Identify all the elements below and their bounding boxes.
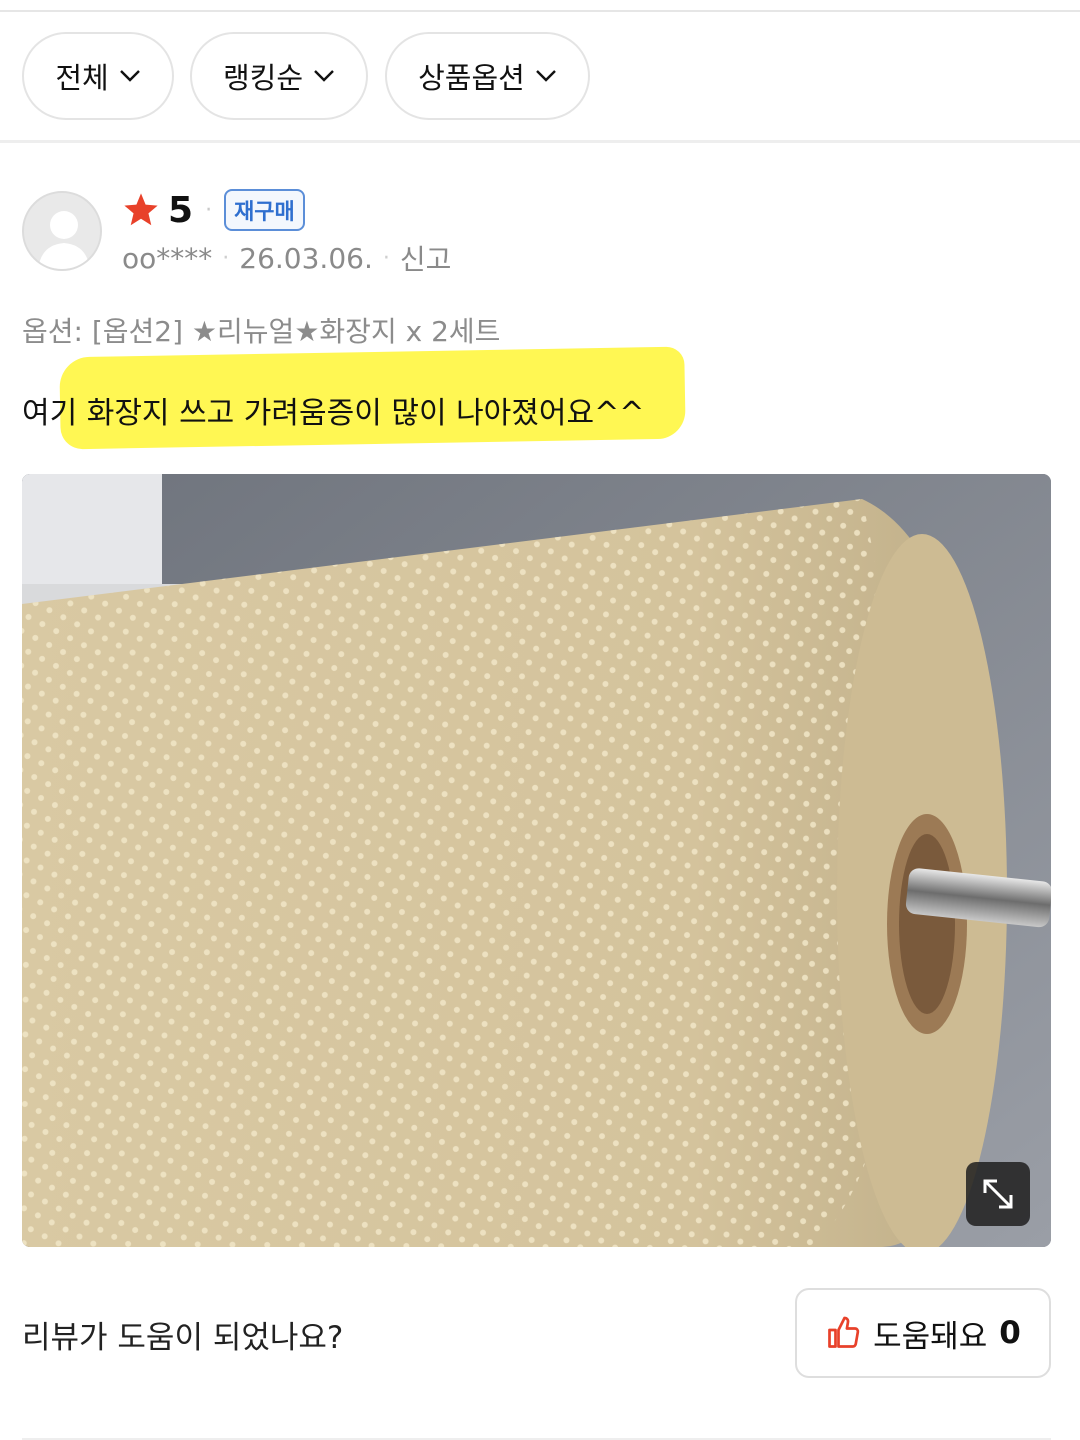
chevron-down-icon [536, 70, 556, 82]
review-date: 26.03.06. [239, 241, 373, 275]
avatar [22, 191, 102, 271]
repurchase-badge: 재구매 [224, 189, 305, 231]
thumbs-up-icon [828, 1316, 860, 1348]
review-meta: oo**** · 26.03.06. · 신고 [122, 238, 451, 278]
filter-all-label: 전체 [55, 61, 109, 95]
chevron-down-icon [314, 70, 334, 82]
purchased-option: 옵션: [옵션2] ★리뉴얼★화장지 x 2세트 [22, 315, 501, 348]
toilet-paper-photo [22, 474, 1051, 1247]
review-body: 여기 화장지 쓰고 가려움증이 많이 나아졌어요^^ [22, 396, 645, 431]
expand-icon [983, 1179, 1013, 1209]
report-link[interactable]: 신고 [400, 238, 452, 278]
star-icon [124, 193, 158, 226]
filter-ranking-label: 랭킹순 [222, 61, 304, 95]
separator-dot: · [222, 245, 230, 271]
helpful-label: 도움돼요 [873, 1318, 988, 1355]
filter-all-dropdown[interactable]: 전체 [22, 32, 174, 120]
rating-value: 5 [168, 189, 194, 231]
reviewer-id: oo**** [122, 241, 213, 275]
helpful-question: 리뷰가 도움이 되었나요? [22, 1320, 344, 1356]
user-silhouette-icon [38, 211, 90, 269]
review-photo[interactable] [22, 474, 1051, 1247]
filter-option-label: 상품옵션 [418, 61, 525, 95]
expand-photo-button[interactable] [966, 1162, 1030, 1226]
section-divider [0, 140, 1080, 143]
filter-ranking-dropdown[interactable]: 랭킹순 [190, 32, 368, 120]
filter-bar: 전체 랭킹순 상품옵션 [0, 30, 1080, 122]
separator-dot: · [205, 197, 213, 223]
helpful-button[interactable]: 도움돼요 0 [795, 1288, 1051, 1378]
separator-dot: · [382, 245, 390, 271]
rating-row: 5 · 재구매 [122, 188, 305, 232]
filter-option-dropdown[interactable]: 상품옵션 [385, 32, 590, 120]
top-divider [0, 10, 1080, 12]
chevron-down-icon [119, 70, 140, 82]
helpful-count: 0 [999, 1315, 1021, 1351]
